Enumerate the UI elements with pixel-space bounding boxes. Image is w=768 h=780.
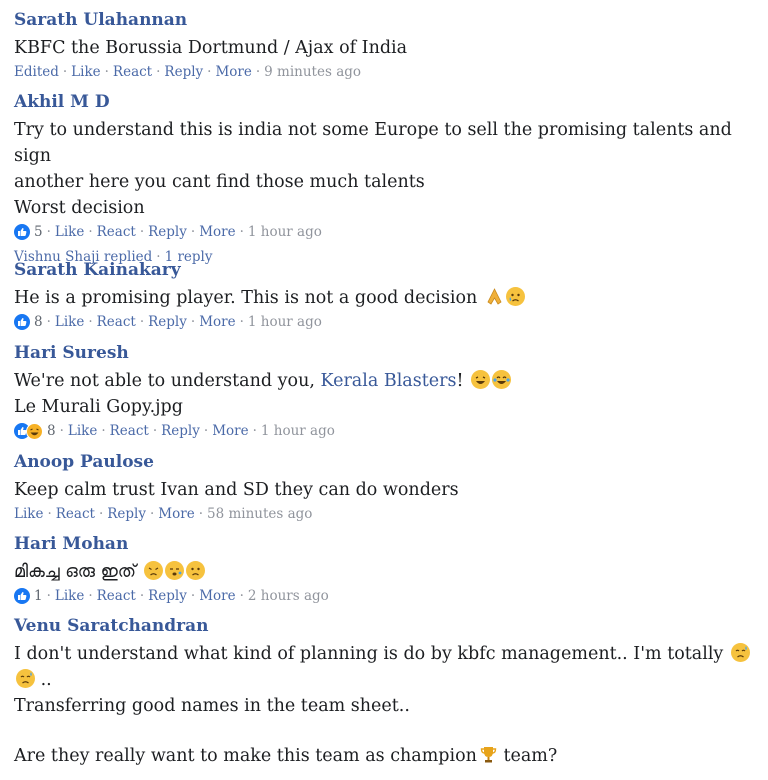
comment-actions: 5 · Like · React · Reply · More · 1 hour ago xyxy=(14,223,754,241)
comment-text: KBFC the Borussia Dortmund / Ajax of Ind… xyxy=(14,38,408,58)
comment-text-line: Worst decision xyxy=(14,198,145,218)
edited-link[interactable]: Edited xyxy=(14,63,59,81)
more-button[interactable]: More xyxy=(158,505,194,523)
sleepy-face-emoji xyxy=(164,561,184,580)
react-button[interactable]: React xyxy=(97,223,136,241)
sad-face-emoji xyxy=(143,561,163,580)
react-button[interactable]: React xyxy=(56,505,95,523)
comment-text-line: Transferring good names in the team shee… xyxy=(14,696,410,716)
like-button[interactable]: Like xyxy=(55,313,84,331)
comment-text-line: Are they really want to make this team a… xyxy=(14,743,754,769)
timestamp[interactable]: 58 minutes ago xyxy=(207,505,312,523)
like-reaction-icon[interactable] xyxy=(14,314,30,330)
reply-button[interactable]: Reply xyxy=(148,587,187,605)
react-button[interactable]: React xyxy=(97,587,136,605)
timestamp[interactable]: 1 hour ago xyxy=(248,223,322,241)
comment: Sarath Ulahannan KBFC the Borussia Dortm… xyxy=(14,10,754,81)
comment-actions: 8 · Like · React · Reply · More · 1 hour ago xyxy=(14,422,754,440)
reply-button[interactable]: Reply xyxy=(148,223,187,241)
react-button[interactable]: React xyxy=(110,422,149,440)
comment-author[interactable]: Anoop Paulose xyxy=(14,452,754,472)
more-button[interactable]: More xyxy=(212,422,248,440)
comment: Anoop Paulose Keep calm trust Ivan and S… xyxy=(14,452,754,523)
reply-button[interactable]: Reply xyxy=(164,63,203,81)
comment-text-body: I don't understand what kind of planning… xyxy=(14,644,724,664)
comment-text-body: Are they really want to make this team a… xyxy=(14,746,477,766)
react-button[interactable]: React xyxy=(113,63,152,81)
comment-text-line: I don't understand what kind of planning… xyxy=(14,641,754,693)
comment-author[interactable]: Hari Suresh xyxy=(14,343,754,363)
comment-text: He is a promising player. This is not a … xyxy=(14,285,754,311)
reply-button[interactable]: Reply xyxy=(161,422,200,440)
comment-text-end: team? xyxy=(497,746,558,766)
trophy-emoji xyxy=(479,745,498,764)
crying-face-emoji xyxy=(505,287,525,306)
like-button[interactable]: Like xyxy=(71,63,100,81)
reaction-count[interactable]: 5 xyxy=(34,223,43,241)
folded-hands-emoji xyxy=(485,287,504,306)
comment-author[interactable]: Sarath Ulahannan xyxy=(14,10,754,30)
comment-text-line: Try to understand this is india not some… xyxy=(14,120,732,166)
comment: Hari Mohan മികച്ച ഒരു ഇത് 1 · Like · React… xyxy=(14,534,754,605)
like-reaction-icon[interactable] xyxy=(14,224,30,240)
more-button[interactable]: More xyxy=(199,223,235,241)
like-reaction-icon[interactable] xyxy=(14,588,30,604)
comment: Sarath Kainakary He is a promising playe… xyxy=(14,260,754,331)
disappointed-relieved-emoji xyxy=(730,643,750,662)
timestamp[interactable]: 1 hour ago xyxy=(248,313,322,331)
more-button[interactable]: More xyxy=(215,63,251,81)
comment-author[interactable]: Venu Saratchandran xyxy=(14,616,754,636)
more-button[interactable]: More xyxy=(199,587,235,605)
comment-actions: 8 · Like · React · Reply · More · 1 hour ago xyxy=(14,313,754,331)
comment-author[interactable]: Akhil M D xyxy=(14,92,754,112)
laughing-emoji xyxy=(471,370,491,389)
comment-text-end: .. xyxy=(40,670,52,690)
comment-text-body: We're not able to understand you, xyxy=(14,371,315,391)
frowning-face-emoji xyxy=(185,561,205,580)
reaction-count[interactable]: 1 xyxy=(34,587,43,605)
tears-of-joy-emoji xyxy=(492,370,512,389)
comment: Hari Suresh We're not able to understand… xyxy=(14,343,754,440)
comment-text-body: He is a promising player. This is not a … xyxy=(14,288,478,308)
comment-text-end: ! xyxy=(456,371,464,391)
comment-actions: 1 · Like · React · Reply · More · 2 hours ago xyxy=(14,587,754,605)
reply-button[interactable]: Reply xyxy=(107,505,146,523)
timestamp[interactable]: 1 hour ago xyxy=(261,422,335,440)
comment-text-body: മികച്ച ഒരു ഇത് xyxy=(14,562,137,582)
comment-actions: Like · React · Reply · More · 58 minutes ago xyxy=(14,505,313,523)
comment-text: We're not able to understand you, Kerala… xyxy=(14,368,754,394)
mention-link[interactable]: Kerala Blasters xyxy=(320,371,456,391)
comment-author[interactable]: Sarath Kainakary xyxy=(14,260,754,280)
like-button[interactable]: Like xyxy=(55,223,84,241)
comment-text: Keep calm trust Ivan and SD they can do … xyxy=(14,480,459,500)
timestamp[interactable]: 2 hours ago xyxy=(248,587,329,605)
like-button[interactable]: Like xyxy=(14,505,43,523)
comment: Akhil M D Try to understand this is indi… xyxy=(14,92,754,266)
haha-reaction-icon[interactable] xyxy=(26,422,43,440)
comment: Venu Saratchandran I don't understand wh… xyxy=(14,616,754,769)
comment-actions: Edited · Like · React · Reply · More · 9 minu… xyxy=(14,63,362,81)
attachment-filename[interactable]: Le Murali Gopy.jpg xyxy=(14,394,754,420)
timestamp[interactable]: 9 minutes ago xyxy=(264,63,361,81)
comment-text-line: another here you cant find those much ta… xyxy=(14,172,425,192)
react-button[interactable]: React xyxy=(97,313,136,331)
like-button[interactable]: Like xyxy=(68,422,97,440)
disappointed-relieved-emoji xyxy=(16,669,35,688)
comment-text: മികച്ച ഒരു ഇത് xyxy=(14,559,754,585)
like-button[interactable]: Like xyxy=(55,587,84,605)
comment-author[interactable]: Hari Mohan xyxy=(14,534,754,554)
reaction-count[interactable]: 8 xyxy=(47,422,56,440)
comments-feed: Sarath Ulahannan KBFC the Borussia Dortm… xyxy=(0,0,768,780)
reaction-count[interactable]: 8 xyxy=(34,313,43,331)
more-button[interactable]: More xyxy=(199,313,235,331)
reply-button[interactable]: Reply xyxy=(148,313,187,331)
